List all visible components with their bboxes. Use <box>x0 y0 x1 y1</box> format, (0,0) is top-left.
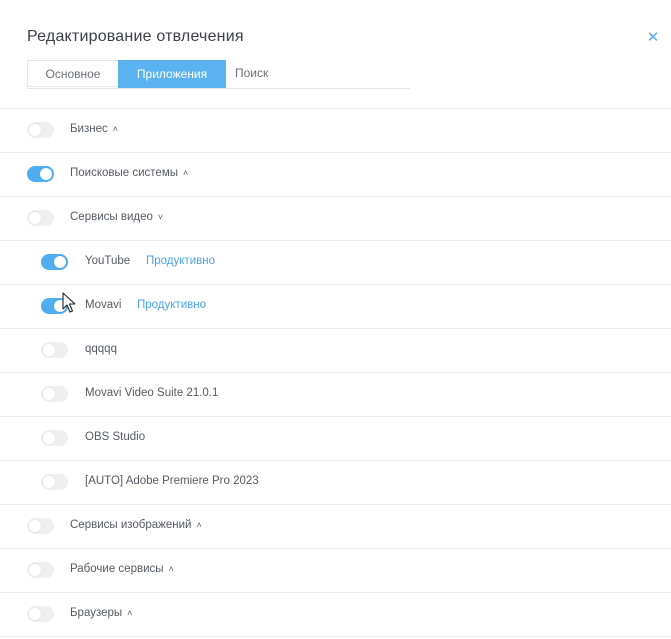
chevron-up-icon[interactable]: ˄ <box>169 564 174 574</box>
chevron-up-icon[interactable]: ˄ <box>183 168 188 178</box>
app-label: YouTube <box>85 255 131 267</box>
toggle-knob <box>29 564 41 576</box>
app-label: OBS Studio <box>85 431 146 443</box>
toggle-knob <box>40 168 52 180</box>
toggle-switch[interactable] <box>27 606 54 622</box>
toggle-switch[interactable] <box>27 562 54 578</box>
productive-tag[interactable]: Продуктивно <box>137 299 206 311</box>
category-row-video-services: Сервисы видео ˅ <box>0 196 671 240</box>
app-row-youtube: YouTube Продуктивно <box>0 240 671 284</box>
app-label: Movavi <box>85 299 122 311</box>
toggle-knob <box>54 256 66 268</box>
chevron-up-icon[interactable]: ˄ <box>127 608 132 618</box>
category-label[interactable]: Сервисы изображений ˄ <box>70 519 202 531</box>
toggle-switch[interactable] <box>41 342 68 358</box>
chevron-down-icon[interactable]: ˅ <box>158 212 163 222</box>
category-label[interactable]: Бизнес ˄ <box>70 123 118 135</box>
chevron-up-icon[interactable]: ˄ <box>196 520 201 530</box>
divider <box>0 636 671 637</box>
toggle-knob <box>29 520 41 532</box>
toggle-switch[interactable] <box>27 122 54 138</box>
toggle-knob <box>29 212 41 224</box>
app-row-movavi: Movavi Продуктивно <box>0 284 671 328</box>
tab-applications[interactable]: Приложения <box>118 60 226 88</box>
toggle-knob <box>43 432 55 444</box>
category-label[interactable]: Браузеры ˄ <box>70 607 132 619</box>
category-label[interactable]: Поисковые системы ˄ <box>70 167 188 179</box>
toggle-switch[interactable] <box>41 254 68 270</box>
app-label: Movavi Video Suite 21.0.1 <box>85 387 219 399</box>
productive-tag[interactable]: Продуктивно <box>146 255 215 267</box>
category-row-browsers: Браузеры ˄ <box>0 592 671 636</box>
toggle-switch[interactable] <box>27 210 54 226</box>
app-row-movavi-video-suite: Movavi Video Suite 21.0.1 <box>0 372 671 416</box>
app-row-adobe-premiere: [AUTO] Adobe Premiere Pro 2023 <box>0 460 671 504</box>
app-label: qqqqq <box>85 343 117 355</box>
toggle-switch[interactable] <box>27 518 54 534</box>
chevron-up-icon[interactable]: ˄ <box>113 124 118 134</box>
toggle-switch[interactable] <box>41 430 68 446</box>
app-label: [AUTO] Adobe Premiere Pro 2023 <box>85 475 259 487</box>
tab-general[interactable]: Основное <box>27 60 118 87</box>
category-row-work-services: Рабочие сервисы ˄ <box>0 548 671 592</box>
close-icon[interactable]: ✕ <box>646 30 660 45</box>
toggle-knob <box>29 608 41 620</box>
toggle-switch[interactable] <box>41 474 68 490</box>
category-row-business: Бизнес ˄ <box>0 108 671 152</box>
app-row-qqqqq: qqqqq <box>0 328 671 372</box>
category-row-image-services: Сервисы изображений ˄ <box>0 504 671 548</box>
toggle-knob <box>29 124 41 136</box>
tab-bar: Основное Приложения Поиск <box>27 60 410 89</box>
tab-search[interactable]: Поиск <box>226 60 286 87</box>
mouse-cursor-icon <box>62 292 76 313</box>
toggle-switch[interactable] <box>27 166 54 182</box>
dialog-title: Редактирование отвлечения <box>27 28 244 45</box>
toggle-knob <box>43 476 55 488</box>
toggle-knob <box>43 344 55 356</box>
category-label[interactable]: Сервисы видео ˅ <box>70 211 163 223</box>
edit-distraction-dialog: Редактирование отвлечения ✕ Основное При… <box>0 0 671 639</box>
toggle-switch[interactable] <box>41 386 68 402</box>
category-row-search-engines: Поисковые системы ˄ <box>0 152 671 196</box>
app-row-obs-studio: OBS Studio <box>0 416 671 460</box>
toggle-knob <box>43 388 55 400</box>
category-label[interactable]: Рабочие сервисы ˄ <box>70 563 174 575</box>
